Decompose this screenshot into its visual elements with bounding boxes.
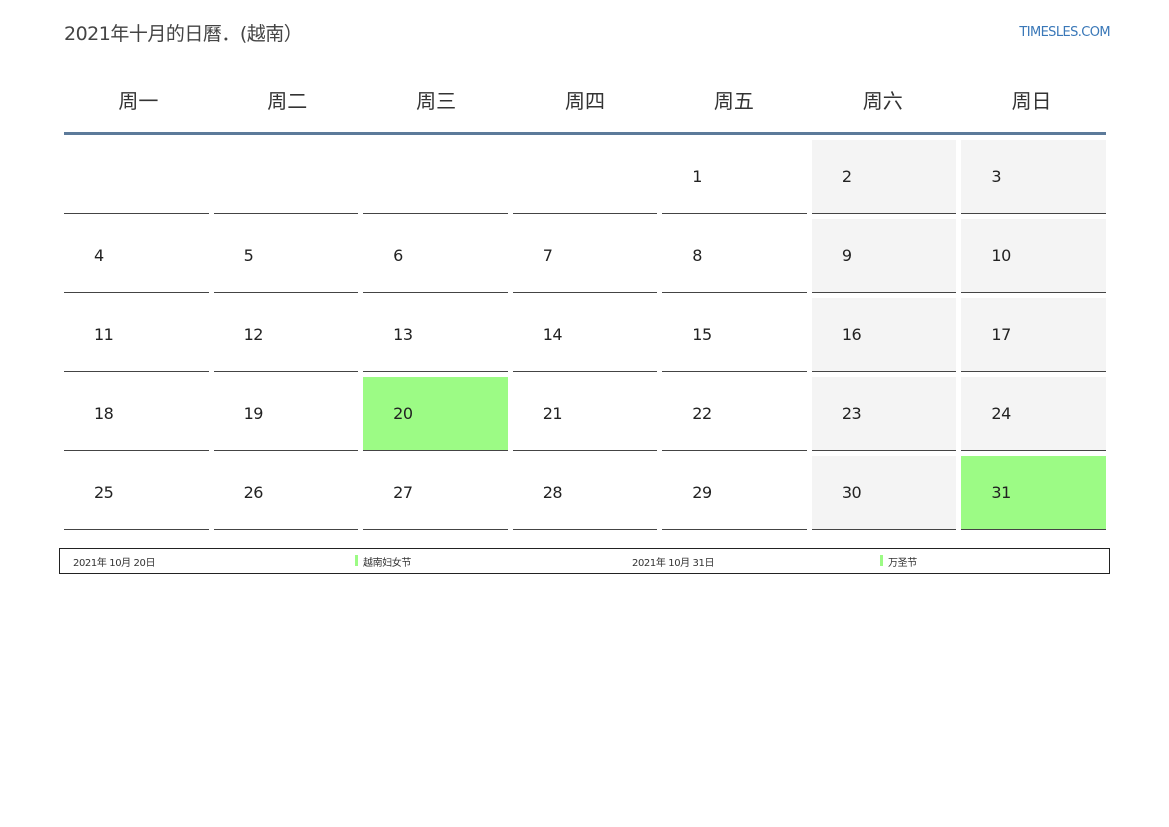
day-cell: 25 xyxy=(64,456,209,530)
day-cell: 29 xyxy=(662,456,807,530)
day-cell: 8 xyxy=(662,219,807,293)
day-number: 8 xyxy=(692,246,702,265)
day-number: 25 xyxy=(94,483,114,502)
day-number: 12 xyxy=(243,325,264,344)
day-cell: 14 xyxy=(512,298,658,372)
day-number: 23 xyxy=(841,404,862,423)
day-number: 31 xyxy=(991,483,1011,502)
holiday-name: 万圣节 xyxy=(888,558,917,569)
weekday-sun: 周日 xyxy=(1011,88,1052,113)
day-number: 6 xyxy=(393,246,403,265)
day-number: 24 xyxy=(991,404,1011,423)
day-number: 20 xyxy=(393,404,413,423)
day-number: 29 xyxy=(692,483,712,502)
day-cell: 28 xyxy=(512,456,658,530)
day-cell-empty xyxy=(64,140,209,214)
holiday-date: 2021年 10月 31日 xyxy=(632,558,715,569)
day-cell: 23 xyxy=(811,377,957,451)
day-number: 10 xyxy=(991,246,1011,265)
weekday-thu: 周四 xyxy=(564,88,605,113)
calendar-grid: 周一 周二 周三 周四 周五 周六 周日 1 2 3 4 5 6 7 8 9 1… xyxy=(64,66,1106,530)
day-cell: 24 xyxy=(961,377,1106,451)
day-number: 30 xyxy=(841,483,862,502)
day-cell-holiday: 31 xyxy=(961,456,1106,530)
weekday-wed: 周三 xyxy=(416,88,457,113)
day-cell: 15 xyxy=(662,298,807,372)
day-cell: 4 xyxy=(64,219,209,293)
day-number: 14 xyxy=(542,325,563,344)
day-cell-holiday: 20 xyxy=(363,377,508,451)
day-number: 7 xyxy=(542,246,553,265)
day-cell: 17 xyxy=(961,298,1106,372)
day-cell: 10 xyxy=(961,219,1106,293)
day-number: 18 xyxy=(94,404,114,423)
day-number: 16 xyxy=(841,325,862,344)
day-cell: 3 xyxy=(961,140,1106,214)
day-cell: 11 xyxy=(64,298,209,372)
day-number: 2 xyxy=(841,167,852,186)
day-number: 4 xyxy=(94,246,104,265)
holiday-name: 越南妇女节 xyxy=(363,558,411,569)
day-cell: 19 xyxy=(213,377,359,451)
weekday-mon: 周一 xyxy=(118,88,159,113)
day-cell: 16 xyxy=(811,298,957,372)
site-brand-link[interactable]: TIMESLES.COM xyxy=(1019,25,1110,40)
day-number: 11 xyxy=(94,325,114,344)
day-cell: 13 xyxy=(363,298,508,372)
day-cell-empty xyxy=(512,140,658,214)
day-cell: 27 xyxy=(363,456,508,530)
day-number: 17 xyxy=(991,325,1011,344)
day-cell-empty xyxy=(363,140,508,214)
day-number: 22 xyxy=(692,404,712,423)
page-title: 2021年十月的日曆．(越南） xyxy=(64,23,303,45)
day-number: 21 xyxy=(542,404,563,423)
holiday-legend: 2021年 10月 20日 越南妇女节 2021年 10月 31日 万圣节 xyxy=(59,548,1110,574)
day-cell: 9 xyxy=(811,219,957,293)
day-cell: 12 xyxy=(213,298,359,372)
day-number: 15 xyxy=(692,325,712,344)
calendar-week: 25 26 27 28 29 30 31 xyxy=(64,456,1106,530)
day-number: 26 xyxy=(243,483,264,502)
weekday-sat: 周六 xyxy=(862,88,903,113)
holiday-color-marker xyxy=(355,555,358,566)
calendar-week: 18 19 20 21 22 23 24 xyxy=(64,377,1106,451)
day-cell: 6 xyxy=(363,219,508,293)
day-number: 28 xyxy=(542,483,563,502)
day-cell-empty xyxy=(213,140,359,214)
weekday-fri: 周五 xyxy=(713,88,754,113)
day-cell: 22 xyxy=(662,377,807,451)
day-number: 9 xyxy=(841,246,852,265)
weekday-header: 周一 周二 周三 周四 周五 周六 周日 xyxy=(64,66,1106,135)
holiday-date: 2021年 10月 20日 xyxy=(73,558,156,569)
day-cell: 18 xyxy=(64,377,209,451)
day-number: 13 xyxy=(393,325,413,344)
holiday-color-marker xyxy=(880,555,883,566)
day-number: 27 xyxy=(393,483,413,502)
day-cell: 30 xyxy=(811,456,957,530)
day-cell: 1 xyxy=(662,140,807,214)
day-cell: 5 xyxy=(213,219,359,293)
day-cell: 2 xyxy=(811,140,957,214)
calendar-week: 11 12 13 14 15 16 17 xyxy=(64,298,1106,372)
day-number: 1 xyxy=(692,167,702,186)
day-number: 19 xyxy=(243,404,264,423)
calendar-week: 4 5 6 7 8 9 10 xyxy=(64,219,1106,293)
weekday-tue: 周二 xyxy=(267,88,308,113)
day-cell: 7 xyxy=(512,219,658,293)
day-number: 5 xyxy=(243,246,254,265)
day-cell: 21 xyxy=(512,377,658,451)
day-number: 3 xyxy=(991,167,1002,186)
day-cell: 26 xyxy=(213,456,359,530)
calendar-week: 1 2 3 xyxy=(64,140,1106,214)
